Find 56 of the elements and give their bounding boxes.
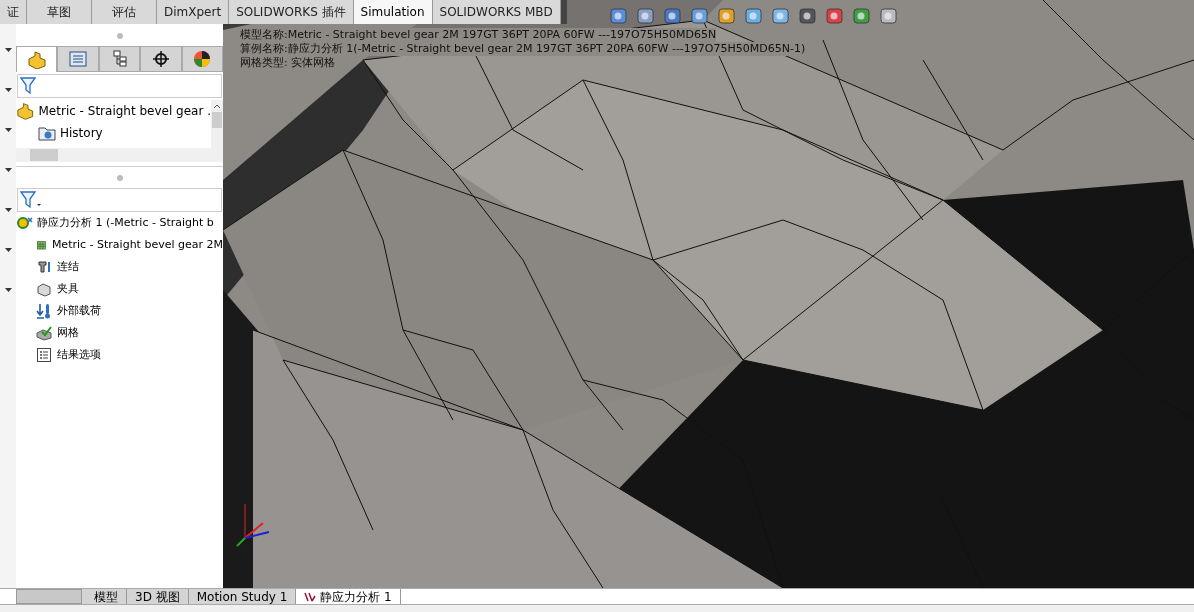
filter-icon	[20, 77, 36, 95]
filter-icon	[20, 191, 42, 209]
filter-field[interactable]	[17, 74, 222, 98]
config-tree-icon	[111, 50, 128, 68]
bolt-icon	[36, 259, 52, 275]
color-wheel-icon	[193, 50, 212, 68]
caret-icon[interactable]	[4, 128, 12, 132]
tree-item-label: History	[60, 125, 103, 142]
manager-tab[interactable]	[98, 46, 141, 72]
command-tab[interactable]: Simulation	[353, 0, 433, 24]
viewport-info-text: 模型名称:Metric - Straight bevel gear 2M 197GT 36PT 20PA 60FW ---197O75H50MD65N	[240, 28, 717, 42]
tree-item-label: 结果选项	[57, 346, 101, 363]
tree-item[interactable]: 连结	[16, 256, 223, 278]
tree-item-label: 网格	[57, 324, 79, 341]
part-icon	[16, 102, 35, 120]
manager-tab[interactable]	[181, 46, 223, 72]
tree-item-label: 外部载荷	[57, 302, 101, 319]
horizontal-scrollbar[interactable]	[16, 148, 223, 162]
tree-item[interactable]: 结果选项	[16, 344, 223, 366]
crosshair-icon	[151, 50, 170, 68]
history-folder-icon	[38, 125, 56, 141]
viewport-info-text: 算例名称:静应力分析 1(-Metric - Straight bevel gear 2M 197GT 36PT 20PA 60FW ---197O75H50MD65N-1)	[240, 42, 806, 56]
part-icon	[26, 50, 47, 69]
tree-item[interactable]: 静应力分析 1 (-Metric - Straight b	[16, 212, 223, 234]
caret-icon[interactable]	[4, 48, 12, 52]
manager-tab[interactable]	[140, 46, 182, 72]
study-tab-icon	[304, 590, 317, 603]
bottom-tab[interactable]: 模型	[82, 589, 127, 604]
tree-item-label: 连结	[57, 258, 79, 275]
mesh-check-icon	[36, 325, 52, 341]
caret-icon[interactable]	[4, 168, 12, 172]
bottom-tab[interactable]: 3D 视图	[127, 589, 189, 604]
tree-item[interactable]: Metric - Straight bevel gear .	[16, 100, 211, 122]
tree-item[interactable]: 网格	[16, 322, 223, 344]
tree-item[interactable]: 夹具	[16, 278, 223, 300]
list-options-icon	[36, 347, 52, 363]
tree-item[interactable]: History	[16, 122, 211, 144]
caret-icon[interactable]	[4, 208, 12, 212]
caret-icon[interactable]	[4, 248, 12, 252]
study-icon	[16, 215, 34, 231]
viewport-info-text: 网格类型: 实体网格	[240, 56, 336, 70]
tree-item-label: 夹具	[57, 280, 79, 297]
load-arrow-icon	[36, 303, 52, 319]
scroll-up-icon[interactable]	[213, 102, 221, 110]
fixture-block-icon	[36, 281, 52, 297]
tree-item[interactable]: Metric - Straight bevel gear 2M	[16, 234, 223, 256]
tree-item-label: Metric - Straight bevel gear .	[38, 103, 211, 120]
vertical-scrollbar[interactable]	[211, 100, 223, 148]
filter-field[interactable]	[17, 188, 222, 212]
caret-icon[interactable]	[4, 288, 12, 292]
tree-item-label: 静应力分析 1 (-Metric - Straight b	[37, 214, 214, 231]
tree-item-label: Metric - Straight bevel gear 2M	[51, 236, 223, 253]
property-list-icon	[69, 51, 88, 67]
tree-item[interactable]: 外部载荷	[16, 300, 223, 322]
caret-icon[interactable]	[4, 88, 12, 92]
bottom-tab[interactable]: Motion Study 1	[188, 589, 297, 604]
